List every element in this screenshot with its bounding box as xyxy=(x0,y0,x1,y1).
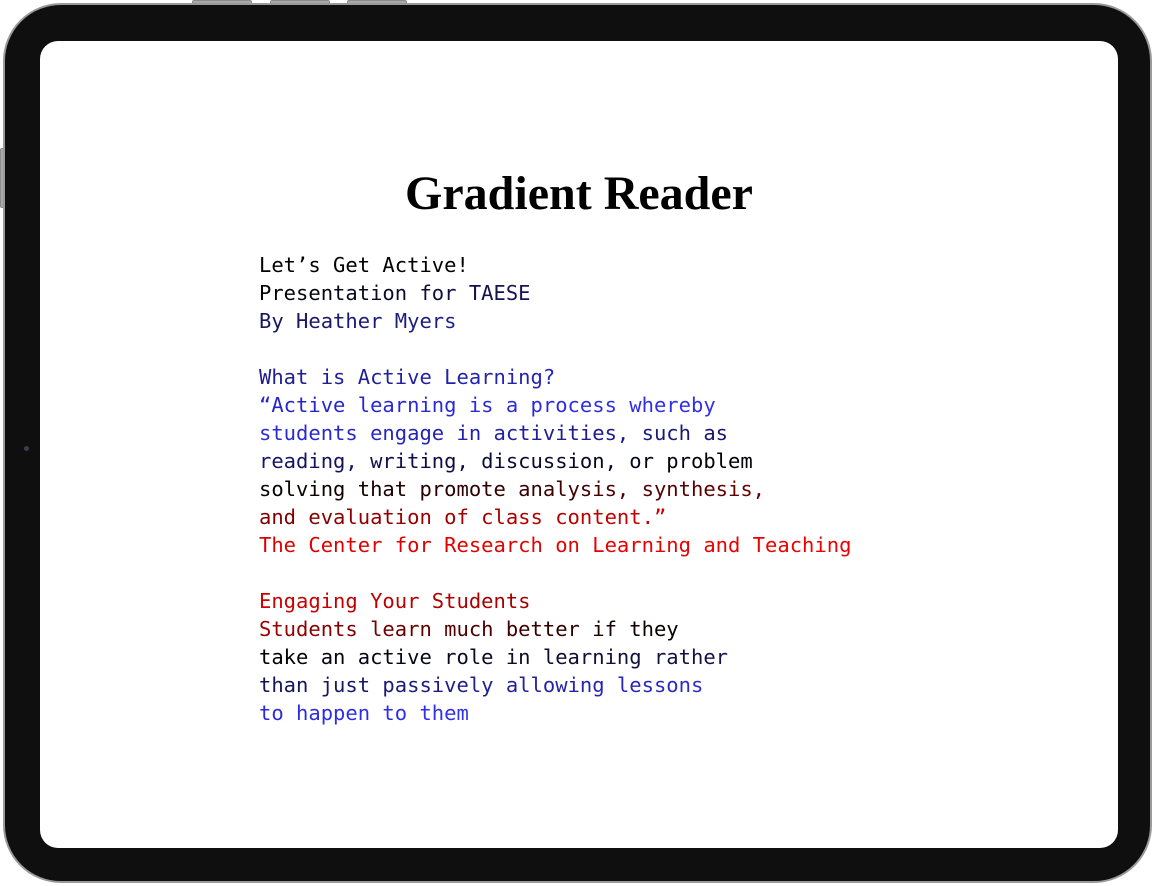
reader-line-text: reading, writing, discussion, or problem xyxy=(259,449,753,473)
reader-line-text: students engage in activities, such as xyxy=(259,421,728,445)
reader-line: By Heather Myers xyxy=(259,307,851,335)
reader-line: and evaluation of class content.” xyxy=(259,503,851,531)
reader-line: students engage in activities, such as xyxy=(259,419,851,447)
app-title: Gradient Reader xyxy=(405,167,753,220)
front-camera-icon xyxy=(24,446,29,451)
reader-line: The Center for Research on Learning and … xyxy=(259,531,851,559)
reader-line-text: and evaluation of class content.” xyxy=(259,505,667,529)
reader-line-text: solving that promote analysis, synthesis… xyxy=(259,477,766,501)
reader-line: Let’s Get Active! xyxy=(259,251,851,279)
reader-line-text: “Active learning is a process whereby xyxy=(259,393,716,417)
reader-line: reading, writing, discussion, or problem xyxy=(259,447,851,475)
reader-blank-line xyxy=(259,335,851,363)
reader-line: than just passively allowing lessons xyxy=(259,671,851,699)
reader-line: What is Active Learning? xyxy=(259,363,851,391)
reader-line: Presentation for TAESE xyxy=(259,279,851,307)
reader-line-text: The Center for Research on Learning and … xyxy=(259,533,852,557)
reader-line: Students learn much better if they xyxy=(259,615,851,643)
reader-line-text: Students learn much better if they xyxy=(259,617,679,641)
reader-line: Engaging Your Students xyxy=(259,587,851,615)
reader-line-text: By Heather Myers xyxy=(259,309,457,333)
screen: Gradient Reader Let’s Get Active! Present… xyxy=(40,41,1118,848)
reader-line: “Active learning is a process whereby xyxy=(259,391,851,419)
reader-line: to happen to them xyxy=(259,699,851,727)
reader-blank-line xyxy=(259,559,851,587)
reader-line-text: Let’s Get Active! xyxy=(259,253,469,277)
gradient-reader-text: Let’s Get Active! Presentation for TAESE B… xyxy=(259,251,851,727)
reader-line-text: to happen to them xyxy=(259,701,469,725)
reader-line-text: take an active role in learning rather xyxy=(259,645,728,669)
reader-line-text: Presentation for TAESE xyxy=(259,281,531,305)
reader-line: take an active role in learning rather xyxy=(259,643,851,671)
reader-line: solving that promote analysis, synthesis… xyxy=(259,475,851,503)
reader-line-text: What is Active Learning? xyxy=(259,365,556,389)
reader-line-text: than just passively allowing lessons xyxy=(259,673,704,697)
reader-line-text: Engaging Your Students xyxy=(259,589,531,613)
